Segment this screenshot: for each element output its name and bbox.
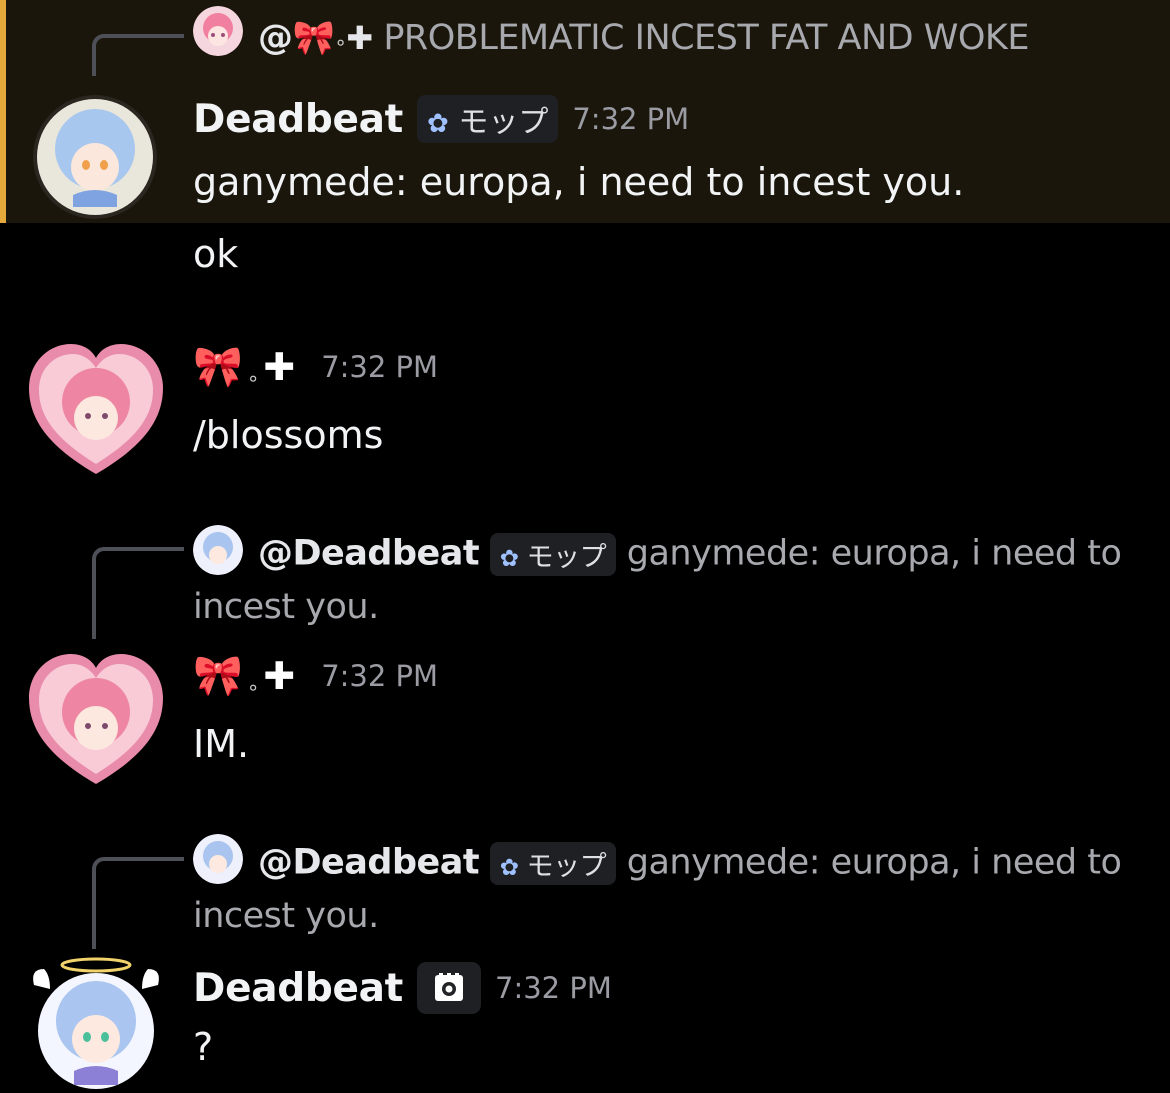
plus-glyph: ✚: [346, 19, 373, 57]
reply-connector: [92, 34, 184, 76]
ribbon-emoji: 🎀: [292, 18, 335, 58]
message-header: 🎀 ∘ ✚ 7:32 PM: [193, 652, 438, 699]
message-text: ?: [193, 1025, 214, 1069]
author-name-ribbon[interactable]: 🎀: [193, 343, 243, 390]
reply-preview[interactable]: @Deadbeat ✿ モップ ganymede: europa, i need…: [258, 842, 1122, 885]
message-header: Deadbeat ✿ モップ 7:32 PM: [193, 95, 689, 143]
ring-glyph: ∘: [246, 674, 260, 699]
message-text: ok: [193, 232, 239, 276]
reply-preview[interactable]: @Deadbeat ✿ モップ ganymede: europa, i need…: [258, 533, 1122, 576]
flower-icon: ✿: [499, 855, 519, 881]
role-tag: ✿ モップ: [489, 533, 617, 576]
timestamp: 7:32 PM: [572, 102, 690, 136]
reply-text: PROBLEMATIC INCEST FAT AND WOKE: [383, 18, 1029, 58]
message-header: 🎀 ∘ ✚ 7:32 PM: [193, 343, 438, 390]
plus-glyph: ✚: [263, 653, 296, 698]
author-name[interactable]: Deadbeat: [193, 966, 403, 1011]
reply-text: ganymede: europa, i need to: [626, 842, 1122, 883]
role-tag-label: モップ: [526, 851, 607, 882]
ring-glyph: ∘: [334, 30, 347, 54]
reply-avatar[interactable]: [193, 834, 243, 884]
role-tag[interactable]: ✿ モップ: [417, 95, 559, 143]
timestamp: 7:32 PM: [495, 971, 612, 1005]
role-tag: ✿ モップ: [489, 842, 617, 885]
reply-connector: [92, 547, 184, 639]
role-tag-label: モップ: [526, 542, 607, 573]
reply-connector: [92, 857, 184, 949]
message-text: ganymede: europa, i need to incest you.: [193, 160, 965, 204]
message-text: IM.: [193, 722, 250, 766]
flower-icon: ✿: [499, 546, 519, 572]
reply-avatar[interactable]: [193, 525, 243, 575]
message-header: Deadbeat 7:32 PM: [193, 962, 612, 1014]
author-avatar-angel[interactable]: [28, 955, 164, 1089]
ring-glyph: ∘: [246, 365, 260, 390]
reply-avatar[interactable]: [193, 6, 243, 56]
reply-mention: @: [258, 18, 293, 58]
plus-glyph: ✚: [263, 344, 296, 389]
mention-highlight-bar: [0, 0, 6, 223]
role-tag-label: モップ: [458, 105, 549, 140]
author-avatar-heart[interactable]: [25, 650, 167, 790]
timestamp: 7:32 PM: [321, 349, 439, 384]
reply-text-continued: incest you.: [193, 587, 379, 627]
reply-author: @Deadbeat: [258, 842, 480, 883]
reply-author: @Deadbeat: [258, 533, 480, 574]
reply-preview[interactable]: @🎀∘✚ PROBLEMATIC INCEST FAT AND WOKE: [258, 18, 1029, 58]
flower-icon: ✿: [427, 109, 449, 139]
timestamp: 7:32 PM: [321, 658, 439, 693]
author-name[interactable]: Deadbeat: [193, 97, 403, 142]
reply-text: ganymede: europa, i need to: [626, 533, 1122, 574]
author-name-ribbon[interactable]: 🎀: [193, 652, 243, 699]
author-avatar-deadbeat[interactable]: [33, 95, 157, 219]
message-text: /blossoms: [193, 413, 384, 457]
shield-badge-icon: [435, 973, 463, 1001]
reply-text-continued: incest you.: [193, 896, 379, 936]
author-avatar-heart[interactable]: [25, 340, 167, 480]
role-badge[interactable]: [417, 962, 481, 1014]
